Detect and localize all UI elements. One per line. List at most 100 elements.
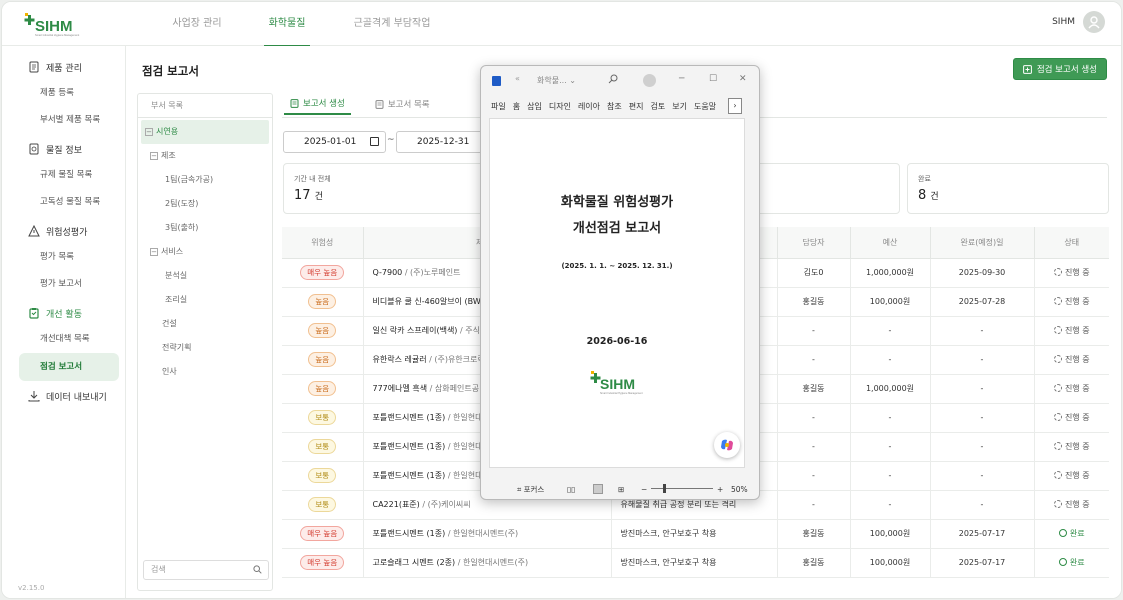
sidebar-item-0-0[interactable]: 제품 등록 — [2, 80, 125, 107]
ribbon-tab-4[interactable]: 레이아 — [578, 101, 600, 112]
search-icon[interactable] — [608, 74, 618, 86]
zoom-in-icon[interactable]: + — [717, 485, 723, 494]
dept-tree-item[interactable]: 인사 — [138, 360, 272, 384]
sidebar-item-3-0[interactable]: 개선대책 목록 — [2, 326, 125, 353]
product-name: 포틀랜드시멘트 (1종) — [372, 442, 446, 451]
dept-tree-label: 전략기획 — [162, 343, 192, 352]
document-page[interactable]: 화학물질 위험성평가 개선점검 보고서 (2025. 1. 1. ~ 2025.… — [489, 118, 745, 468]
account-avatar[interactable] — [643, 74, 656, 87]
sidebar-item-0-1[interactable]: 부서별 제품 목록 — [2, 107, 125, 134]
in-progress-icon — [1053, 355, 1062, 364]
nav-tab-1[interactable]: 화학물질 — [242, 2, 332, 47]
dept-tree-item[interactable]: 3팀(출하) — [138, 216, 272, 240]
company-name: / (주)노루페인트 — [404, 268, 461, 277]
budget-cell: - — [850, 316, 931, 346]
focus-button[interactable]: ⌗ 포커스 — [517, 484, 544, 495]
zoom-slider[interactable] — [651, 488, 713, 489]
dept-tree-item[interactable]: 조리실 — [138, 288, 272, 312]
sihm-logo[interactable]: SIHM Smart Industrial Hygiene Management — [24, 12, 84, 38]
in-progress-icon — [1053, 384, 1062, 393]
dept-tree-item[interactable]: 2팀(도장) — [138, 192, 272, 216]
dept-tree-item[interactable]: − 시연용 — [141, 120, 269, 144]
collapse-icon[interactable]: − — [145, 127, 153, 136]
create-report-button[interactable]: 점검 보고서 생성 — [1012, 58, 1107, 80]
read-mode-icon[interactable]: ▯▯ — [567, 485, 575, 494]
ribbon-tab-2[interactable]: 삽입 — [527, 101, 542, 112]
dept-tree-label: 3팀(출하) — [165, 223, 199, 232]
status-cell: 완료 — [1034, 548, 1109, 578]
user-menu[interactable]: SIHM — [1052, 11, 1105, 33]
svg-text:SIHM: SIHM — [600, 376, 635, 392]
sidebar-item-2-1[interactable]: 평가 보고서 — [2, 271, 125, 298]
tab-report-0[interactable]: 보고서 생성 — [284, 93, 351, 115]
zoom-out-icon[interactable]: − — [641, 485, 647, 494]
dept-tree-label: 분석실 — [165, 271, 188, 280]
close-icon[interactable]: ✕ — [739, 74, 747, 84]
table-row[interactable]: 매우 높음 포틀랜드시멘트 (1종) / 한일현대시멘트(주) 방진마스크, 안구보… — [282, 519, 1109, 549]
sidebar-group-4[interactable]: 데이터 내보내기 — [2, 383, 125, 409]
dept-tree-label: 제조 — [161, 151, 176, 160]
ribbon-tab-8[interactable]: 보기 — [672, 101, 687, 112]
sidebar-group-3[interactable]: 개선 활동 — [2, 300, 125, 326]
document-name-dropdown[interactable]: 화학물... ⌄ — [537, 75, 576, 86]
nav-tab-0[interactable]: 사업장 관리 — [152, 2, 242, 46]
sidebar-item-3-1[interactable]: 점검 보고서 — [19, 353, 119, 381]
ribbon-tab-6[interactable]: 편지 — [629, 101, 644, 112]
dept-tree-item[interactable]: 건설 — [138, 312, 272, 336]
dept-tree-item[interactable]: 1팀(금속가공) — [138, 168, 272, 192]
date-cell: - — [930, 374, 1035, 404]
ribbon-tab-3[interactable]: 디자인 — [549, 101, 571, 112]
sidebar-group-0[interactable]: 제품 관리 — [2, 54, 125, 80]
word-titlebar[interactable]: « 화학물... ⌄ ─ ☐ ✕ — [481, 66, 759, 96]
ribbon-more-icon[interactable]: › — [728, 98, 742, 114]
word-window[interactable]: « 화학물... ⌄ ─ ☐ ✕ 파일 홈 삽입 디자인 레이아 참조 편지 검토 보기 도움말 ›… — [480, 65, 760, 500]
avatar[interactable] — [1083, 11, 1105, 33]
dept-tree-item[interactable]: 전략기획 — [138, 336, 272, 360]
dept-tree-item[interactable]: − 제조 — [138, 144, 272, 168]
sidebar-group-2[interactable]: 위험성평가 — [2, 218, 125, 244]
ribbon-tab-5[interactable]: 참조 — [607, 101, 622, 112]
collapse-icon[interactable]: − — [150, 151, 158, 160]
collapse-icon[interactable]: − — [150, 247, 158, 256]
sidebar-group-1[interactable]: 물질 정보 — [2, 136, 125, 162]
date-cell: 2025-07-17 — [930, 548, 1035, 578]
budget-cell: - — [850, 432, 931, 462]
manager-cell: - — [777, 432, 851, 462]
in-progress-icon — [1053, 326, 1062, 335]
ribbon-tab-7[interactable]: 검토 — [651, 101, 666, 112]
word-app-icon — [492, 76, 501, 86]
in-progress-icon — [1053, 413, 1062, 422]
calendar-icon[interactable] — [370, 137, 379, 146]
zoom-slider-thumb[interactable] — [663, 484, 666, 493]
risk-badge: 매우 높음 — [300, 526, 345, 541]
dept-tree-item[interactable]: 분석실 — [138, 264, 272, 288]
status-cell: 진행 중 — [1034, 258, 1109, 288]
copilot-icon[interactable] — [714, 432, 740, 458]
sidebar-item-2-0[interactable]: 평가 목록 — [2, 244, 125, 271]
minimize-icon[interactable]: ─ — [679, 74, 684, 84]
ribbon-tab-9[interactable]: 도움말 — [694, 101, 716, 112]
start-date-input[interactable]: 2025-01-01 — [283, 131, 386, 153]
forward-icon[interactable]: « — [515, 74, 520, 83]
maximize-icon[interactable]: ☐ — [709, 74, 717, 84]
svg-text:SIHM: SIHM — [35, 18, 73, 35]
print-layout-icon[interactable] — [593, 484, 603, 494]
ribbon-tab-0[interactable]: 파일 — [491, 101, 506, 112]
web-layout-icon[interactable]: ⊞ — [618, 485, 624, 494]
ribbon-tab-1[interactable]: 홈 — [513, 101, 520, 112]
tab-report-1[interactable]: 보고서 목록 — [369, 93, 436, 115]
risk-badge: 매우 높음 — [300, 555, 345, 570]
zoom-level[interactable]: 50% — [731, 485, 748, 494]
nav-tab-2[interactable]: 근골격계 부담작업 — [337, 2, 447, 46]
dept-tree-item[interactable]: − 서비스 — [138, 240, 272, 264]
sidebar-item-1-0[interactable]: 규제 물질 목록 — [2, 162, 125, 189]
start-date-value: 2025-01-01 — [304, 137, 357, 147]
department-search-input[interactable]: 검색 — [143, 560, 269, 580]
product-cell[interactable]: 고로슬래그 시멘트 (2종) / 한일현대시멘트(주) — [363, 548, 612, 578]
table-row[interactable]: 매우 높음 고로슬래그 시멘트 (2종) / 한일현대시멘트(주) 방진마스크, 안… — [282, 548, 1109, 578]
tab-label: 보고서 생성 — [303, 99, 345, 109]
sidebar-item-1-1[interactable]: 고독성 물질 목록 — [2, 189, 125, 216]
product-cell[interactable]: 포틀랜드시멘트 (1종) / 한일현대시멘트(주) — [363, 519, 612, 549]
manager-cell: 홍길동 — [777, 287, 851, 317]
stat-total-value: 17 건 — [294, 188, 323, 203]
